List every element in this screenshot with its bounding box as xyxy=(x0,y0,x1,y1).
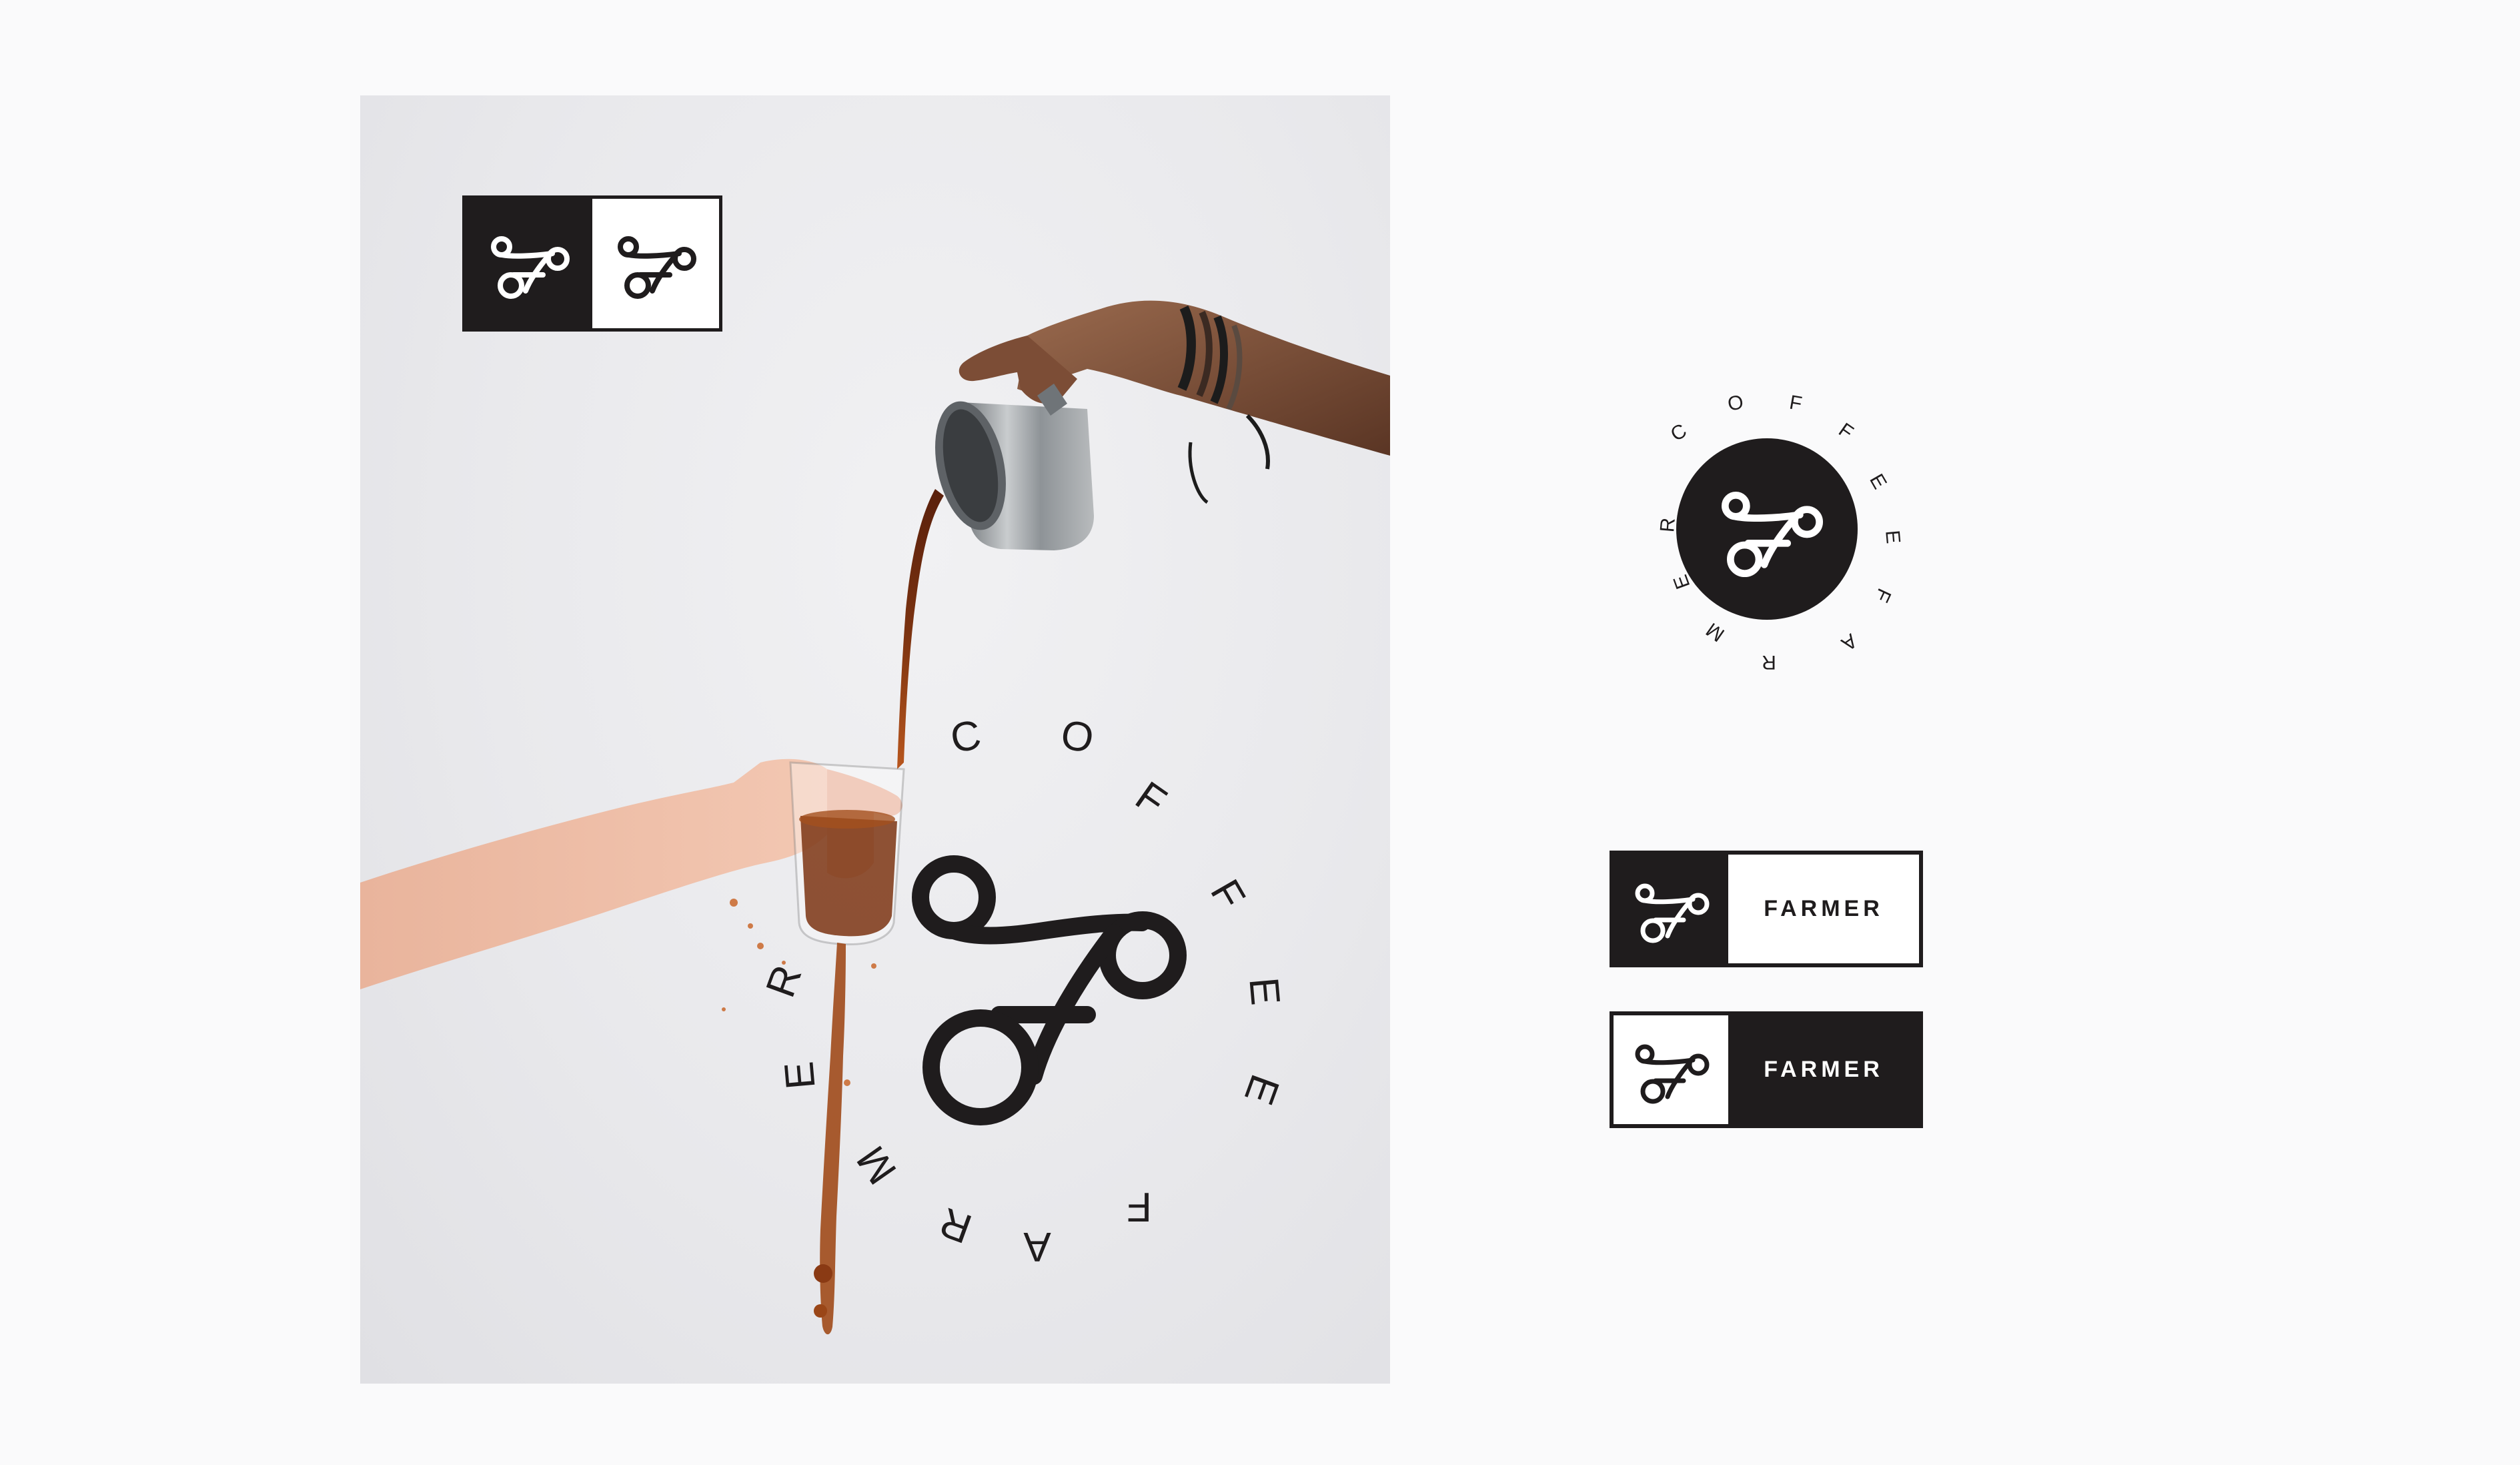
ring-letter: F xyxy=(1834,418,1858,444)
ring-letter: E xyxy=(1881,529,1904,545)
coffee-stream xyxy=(897,489,944,769)
ring-letter: A xyxy=(1837,629,1861,655)
lower-arm xyxy=(360,759,840,989)
ring-letter: F xyxy=(1870,584,1896,606)
circular-logo-badge: C O F F E E F A R M E R xyxy=(1614,380,1921,687)
ring-letter: E xyxy=(1865,470,1891,493)
ring-letter: M xyxy=(1702,618,1729,646)
fo-monogram-large-icon xyxy=(912,855,1187,1125)
fo-monogram-icon xyxy=(491,236,570,299)
split-logo-badge xyxy=(462,195,722,332)
fo-monogram-icon xyxy=(618,236,696,299)
lockup-mark xyxy=(1614,1015,1728,1124)
fo-monogram-icon xyxy=(1722,492,1823,577)
ring-letter: O xyxy=(1726,391,1746,416)
farmer-lockup-dark-mark: FARMER xyxy=(1610,851,1923,967)
ring-letter: R xyxy=(1656,516,1680,534)
brand-showcase: C O F F E E F A R M E R C O F F E E F A … xyxy=(0,0,2520,1465)
logo-disc xyxy=(1676,438,1858,620)
split-badge-light-half xyxy=(592,199,719,328)
ring-letter: F xyxy=(1788,391,1804,416)
ring-letter: C xyxy=(1667,419,1691,446)
lockup-mark xyxy=(1614,855,1728,963)
split-badge-dark-half xyxy=(466,199,592,328)
glass-icon xyxy=(789,761,905,945)
steel-pitcher-icon xyxy=(935,384,1094,550)
ring-letter: R xyxy=(1762,651,1776,673)
lockup-wordmark: FARMER xyxy=(1728,1015,1919,1124)
farmer-lockup-light-mark: FARMER xyxy=(1610,1011,1923,1128)
poster: C O F F E E F A R M E R xyxy=(360,95,1390,1384)
fo-monogram-icon xyxy=(1635,1044,1710,1103)
lockup-wordmark: FARMER xyxy=(1728,855,1919,963)
fo-monogram-icon xyxy=(1635,883,1710,943)
